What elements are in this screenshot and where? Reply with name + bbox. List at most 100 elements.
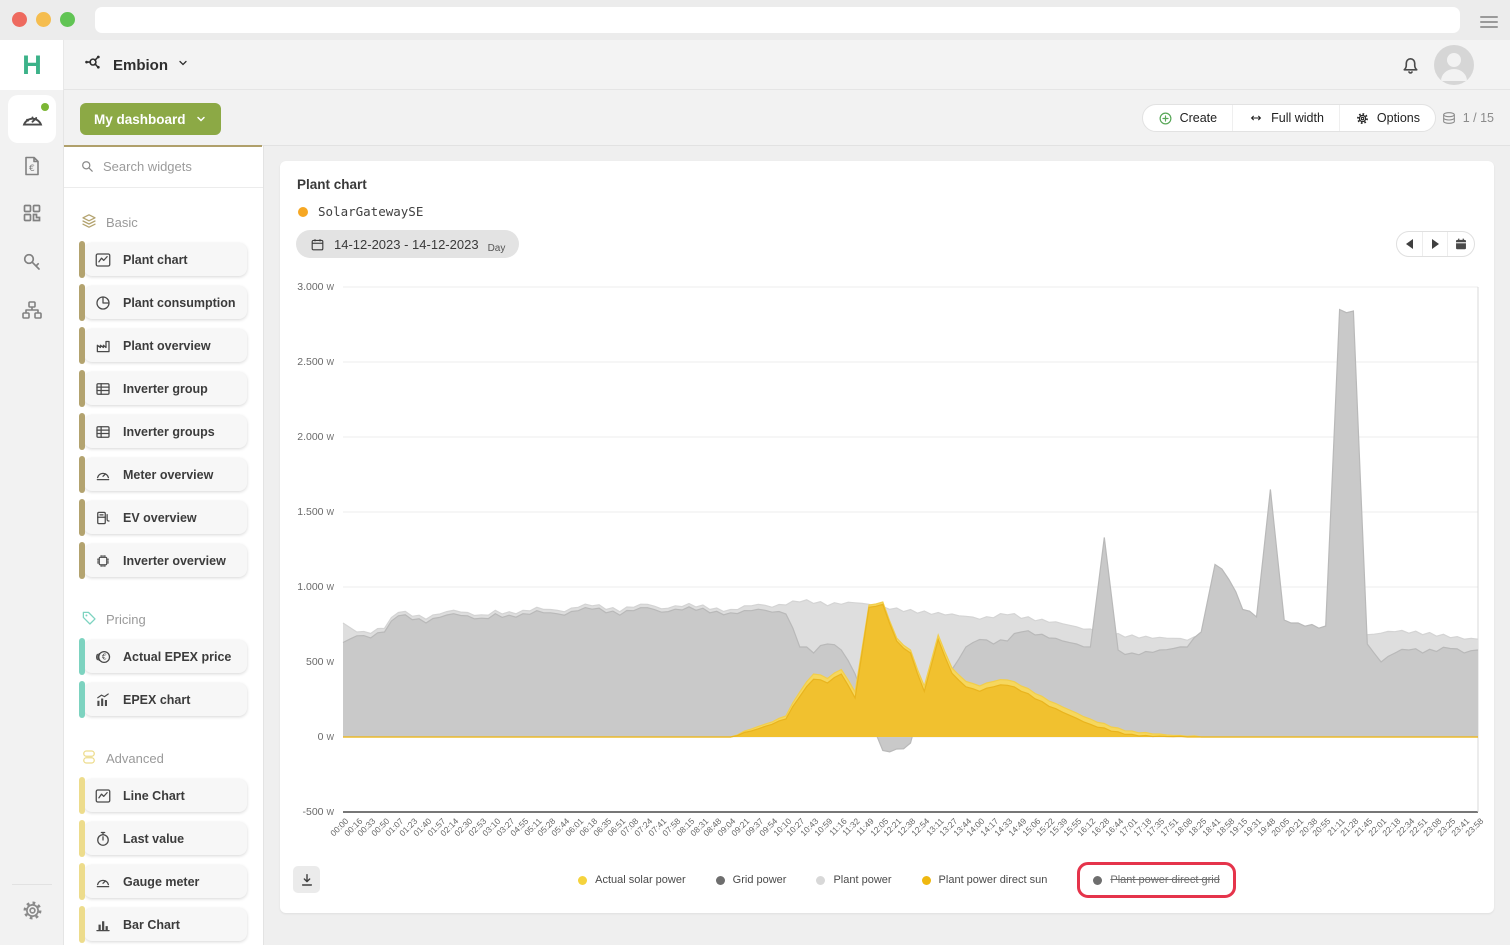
widget-card-label: EV overview bbox=[123, 511, 197, 525]
dashboard-toolbar: My dashboard Create Full width Options 1… bbox=[64, 90, 1510, 146]
widget-card-label: Gauge meter bbox=[123, 875, 199, 889]
download-icon bbox=[299, 872, 315, 888]
legend-label: Plant power bbox=[833, 874, 891, 886]
legend-label: Actual solar power bbox=[595, 874, 686, 886]
chevron-down-icon bbox=[177, 56, 189, 74]
card-accent bbox=[79, 863, 85, 900]
address-bar[interactable] bbox=[95, 7, 1460, 33]
create-button[interactable]: Create bbox=[1143, 105, 1233, 131]
legend-item-plant-power[interactable]: Plant power bbox=[816, 874, 891, 886]
widget-card-plant-chart[interactable]: Plant chart bbox=[84, 243, 247, 276]
rail-item-settings[interactable] bbox=[0, 890, 64, 930]
notifications-bell-icon[interactable] bbox=[1399, 53, 1422, 81]
widget-card-actual-epex-price[interactable]: € Actual EPEX price bbox=[84, 640, 247, 673]
app-header: H Embion bbox=[0, 40, 1510, 90]
widget-card-inverter-overview[interactable]: Inverter overview bbox=[84, 544, 247, 577]
legend-dot bbox=[816, 876, 825, 885]
bar-chart-icon bbox=[94, 916, 112, 934]
tag-icon bbox=[80, 609, 98, 630]
widget-card-label: Inverter overview bbox=[123, 554, 226, 568]
x-axis-labels: 00:0000:1600:3300:5001:0701:2301:4001:57… bbox=[343, 816, 1478, 856]
y-axis-tick: 3.000 W bbox=[284, 281, 334, 293]
meter-icon bbox=[94, 466, 112, 484]
dashboard-pager[interactable]: 1 / 15 bbox=[1441, 104, 1494, 132]
widget-card-label: Bar Chart bbox=[123, 918, 180, 932]
layers-icon bbox=[80, 212, 98, 233]
widget-card-last-value[interactable]: Last value bbox=[84, 822, 247, 855]
user-avatar[interactable] bbox=[1434, 45, 1474, 85]
section-label: Pricing bbox=[106, 612, 146, 627]
legend-item-actual-solar-power[interactable]: Actual solar power bbox=[578, 874, 686, 886]
section-label: Advanced bbox=[106, 751, 164, 766]
inverter-chip-icon bbox=[94, 552, 112, 570]
widget-card-inverter-groups[interactable]: Inverter groups bbox=[84, 415, 247, 448]
next-period-button[interactable] bbox=[1422, 232, 1447, 256]
epex-chart-icon bbox=[94, 691, 112, 709]
search-icon bbox=[80, 159, 95, 174]
layers-stack-icon bbox=[1441, 110, 1457, 126]
date-range-picker[interactable]: 14-12-2023 - 14-12-2023 Day bbox=[296, 230, 519, 258]
widget-card-ev-overview[interactable]: EV overview bbox=[84, 501, 247, 534]
y-axis-tick: 2.500 W bbox=[284, 356, 334, 368]
device-name: SolarGatewaySE bbox=[318, 204, 423, 219]
full-width-button[interactable]: Full width bbox=[1232, 105, 1339, 131]
legend-item-plant-power-direct-sun[interactable]: Plant power direct sun bbox=[922, 874, 1048, 886]
chart-plot-area bbox=[343, 287, 1478, 812]
browser-menu-icon[interactable] bbox=[1480, 13, 1498, 31]
widget-card-label: Meter overview bbox=[123, 468, 213, 482]
section-header-advanced: Advanced bbox=[80, 748, 249, 769]
y-axis-tick: 0 W bbox=[284, 731, 334, 743]
rail-item-access-keys[interactable] bbox=[0, 242, 64, 282]
search-input[interactable] bbox=[103, 159, 243, 174]
rail-item-widgets[interactable] bbox=[0, 193, 64, 233]
widget-card-bar-chart[interactable]: Bar Chart bbox=[84, 908, 247, 941]
window-minimize-button[interactable] bbox=[36, 12, 51, 27]
calendar-icon bbox=[1454, 237, 1468, 251]
widget-card-label: Plant consumption bbox=[123, 296, 236, 310]
previous-period-button[interactable] bbox=[1397, 232, 1422, 256]
section-header-pricing: Pricing bbox=[80, 609, 249, 630]
date-granularity: Day bbox=[488, 243, 506, 254]
ev-charger-icon bbox=[94, 509, 112, 527]
window-close-button[interactable] bbox=[12, 12, 27, 27]
widget-card-inverter-group[interactable]: Inverter group bbox=[84, 372, 247, 405]
window-zoom-button[interactable] bbox=[60, 12, 75, 27]
legend-item-plant-power-direct-grid[interactable]: Plant power direct grid bbox=[1093, 874, 1219, 886]
widget-card-line-chart[interactable]: Line Chart bbox=[84, 779, 247, 812]
card-accent bbox=[79, 777, 85, 814]
chart-legend: Actual solar power Grid power Plant power P… bbox=[340, 864, 1474, 896]
widget-card-plant-consumption[interactable]: Plant consumption bbox=[84, 286, 247, 319]
organization-switcher[interactable]: Embion bbox=[82, 40, 189, 90]
pie-chart-icon bbox=[94, 294, 112, 312]
card-accent bbox=[79, 542, 85, 579]
calendar-button[interactable] bbox=[1447, 232, 1474, 256]
rail-item-billing[interactable]: € bbox=[0, 146, 64, 186]
options-button[interactable]: Options bbox=[1339, 105, 1435, 131]
rail-item-dashboard[interactable] bbox=[8, 95, 56, 143]
key-icon bbox=[20, 250, 44, 274]
gear-icon bbox=[1355, 111, 1370, 126]
chevron-left-icon bbox=[1406, 239, 1413, 249]
stopwatch-icon bbox=[94, 830, 112, 848]
download-chart-button[interactable] bbox=[293, 866, 320, 893]
widget-card-gauge-meter[interactable]: Gauge meter bbox=[84, 865, 247, 898]
organization-name: Embion bbox=[113, 57, 168, 74]
legend-item-grid-power[interactable]: Grid power bbox=[716, 874, 787, 886]
sitemap-icon bbox=[20, 298, 44, 322]
plant-chart-widget: Plant chart SolarGatewaySE 14-12-2023 - … bbox=[280, 161, 1494, 913]
app-logo[interactable]: H bbox=[0, 40, 64, 90]
widget-card-label: Line Chart bbox=[123, 789, 185, 803]
line-chart-icon bbox=[94, 787, 112, 805]
legend-label: Plant power direct grid bbox=[1110, 874, 1219, 886]
invoice-euro-icon: € bbox=[20, 154, 44, 178]
widget-card-meter-overview[interactable]: Meter overview bbox=[84, 458, 247, 491]
rail-item-hierarchy[interactable] bbox=[0, 290, 64, 330]
dashboard-selector-button[interactable]: My dashboard bbox=[80, 103, 221, 135]
widget-search bbox=[64, 146, 263, 188]
card-accent bbox=[79, 284, 85, 321]
line-chart-icon bbox=[94, 251, 112, 269]
widget-card-plant-overview[interactable]: Plant overview bbox=[84, 329, 247, 362]
legend-dot bbox=[716, 876, 725, 885]
widget-card-epex-chart[interactable]: EPEX chart bbox=[84, 683, 247, 716]
widget-card-label: Inverter group bbox=[123, 382, 208, 396]
